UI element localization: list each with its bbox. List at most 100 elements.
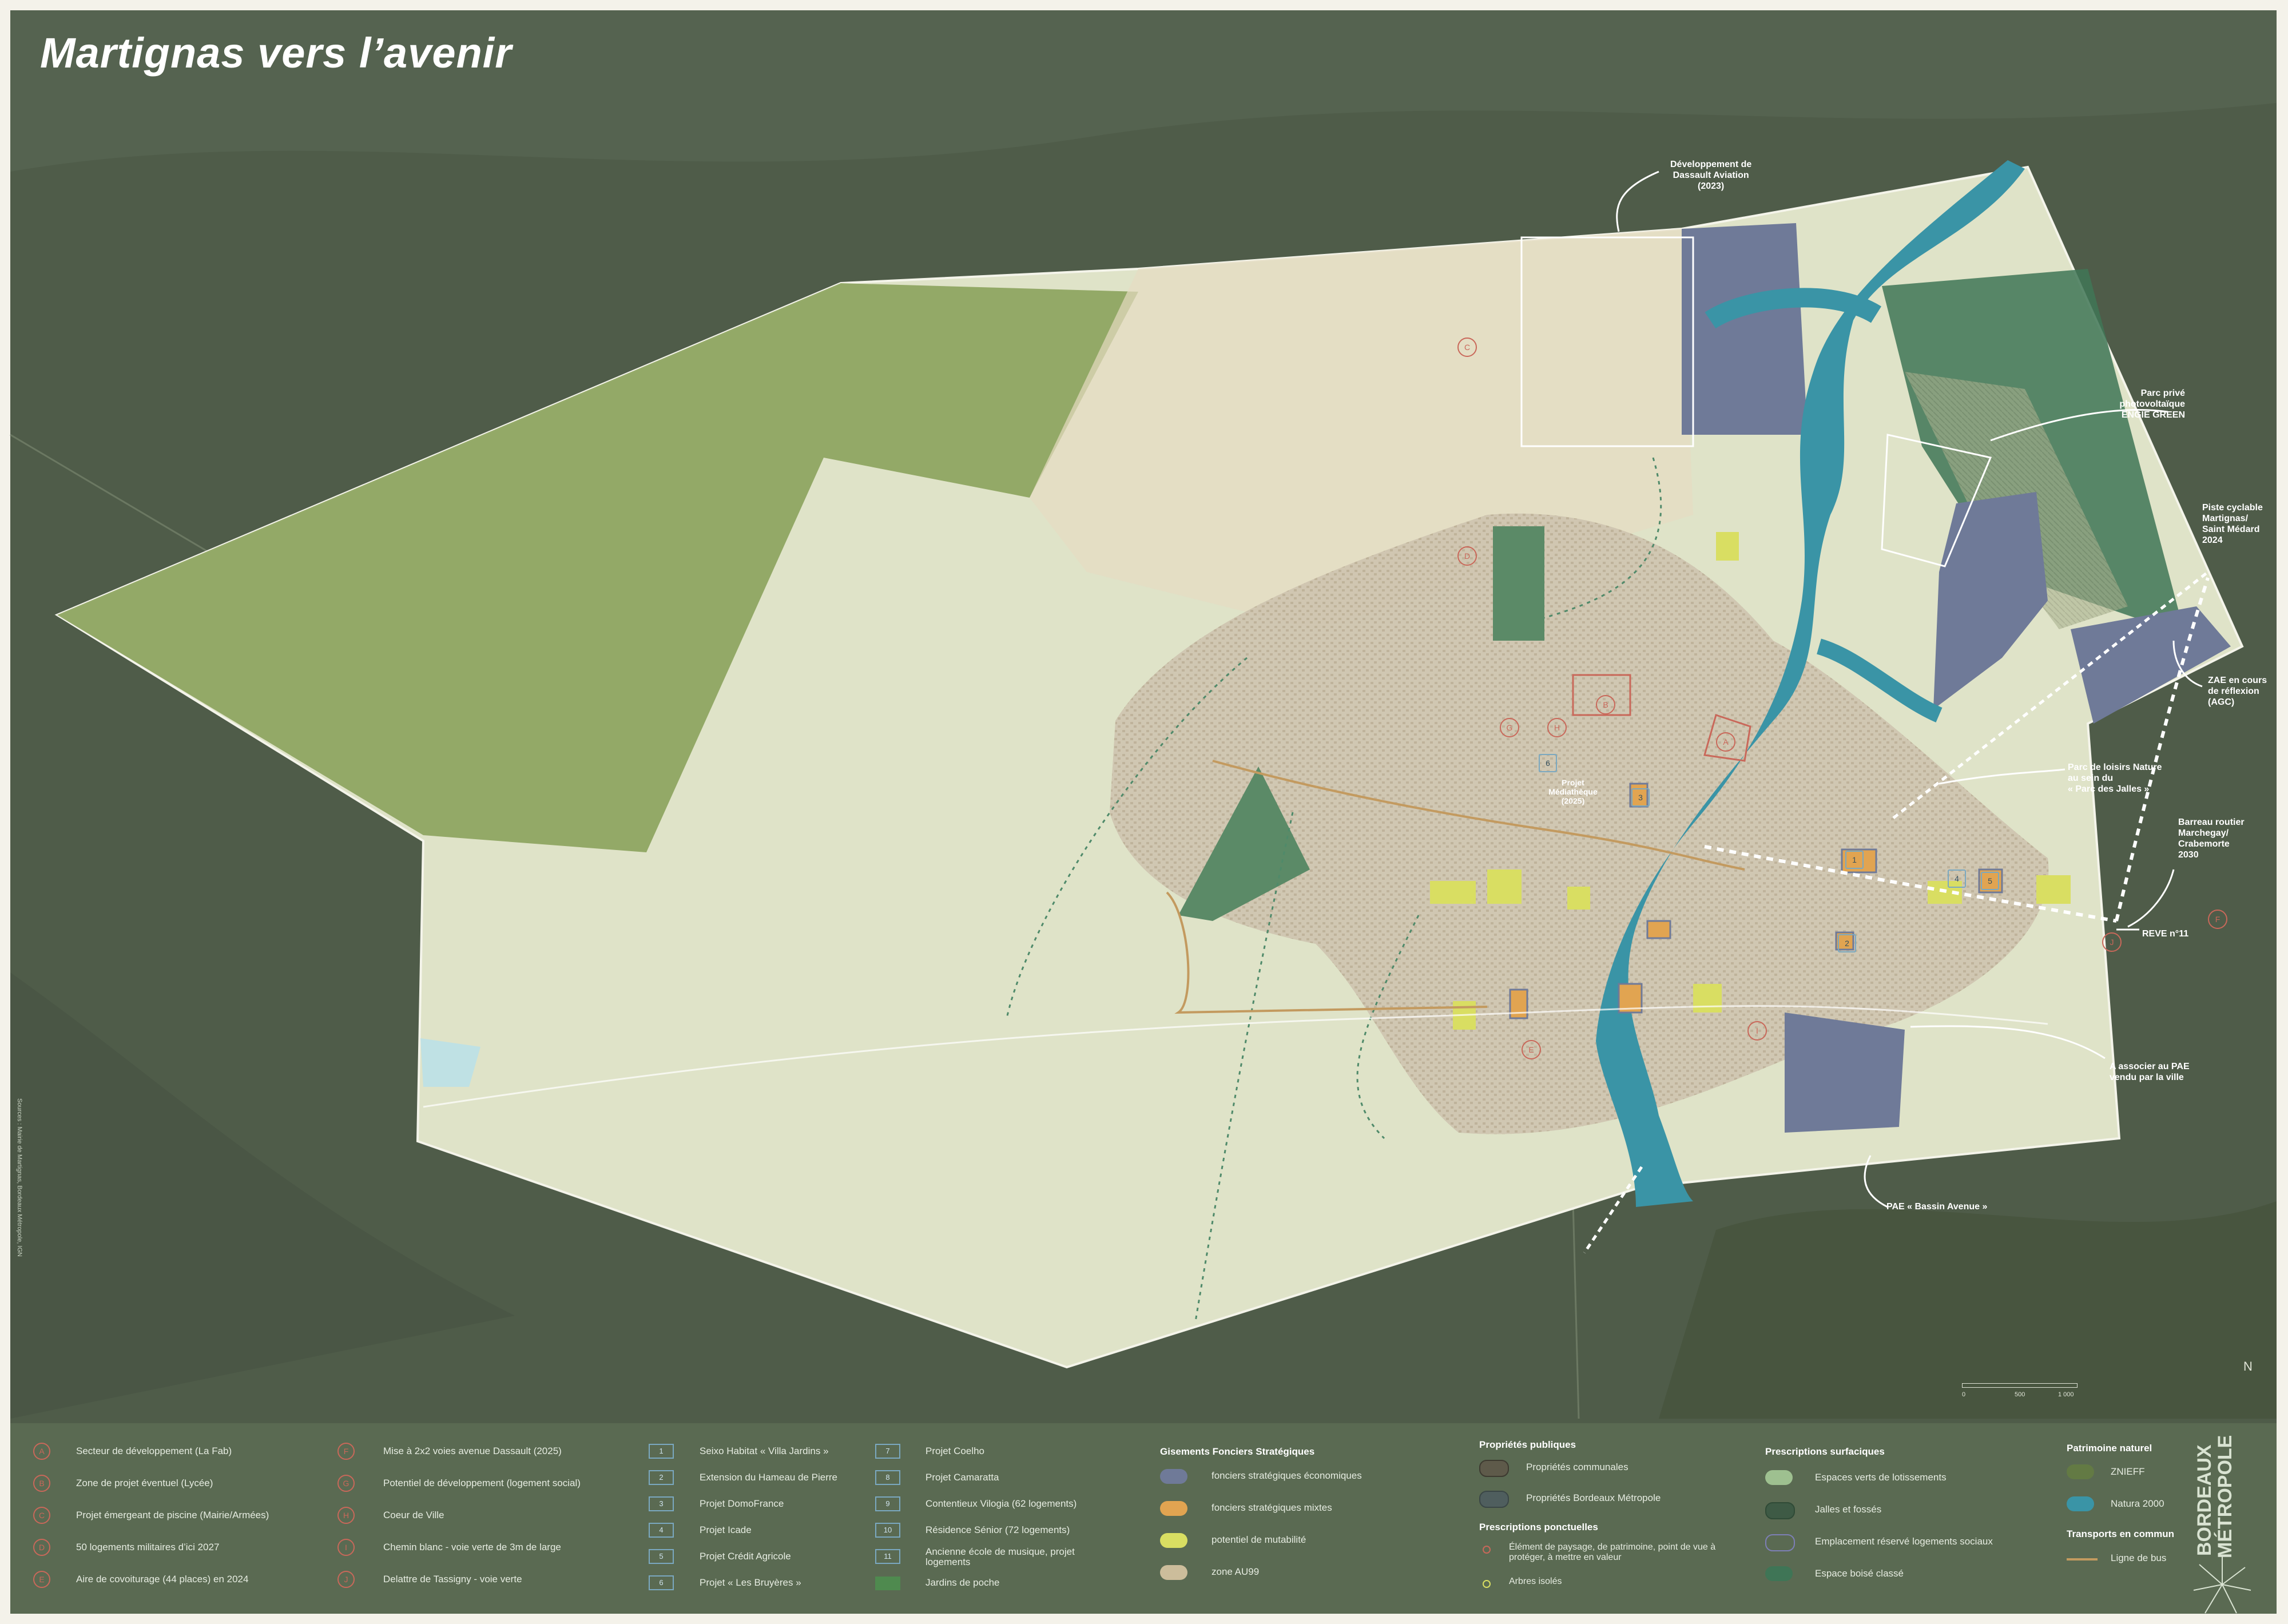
legend-item: ZNIEFF	[2111, 1466, 2145, 1477]
legend-project-badge: 10	[875, 1523, 900, 1538]
north-arrow-icon: N	[2243, 1359, 2253, 1373]
legend-letter-label: Delattre de Tassigny - voie verte	[383, 1574, 522, 1585]
legend-letter-badge: G	[337, 1475, 355, 1492]
legend-heading-ponctuelles: Prescriptions ponctuelles	[1479, 1522, 1598, 1532]
legend-letter-label: Projet émergeant de piscine (Mairie/Armé…	[76, 1510, 269, 1520]
bordeaux-metropole-logo: BORDEAUX MÉTROPOLE	[2182, 1419, 2262, 1614]
annotation-line: Marchegay/	[2178, 828, 2229, 838]
legend-item: Espaces verts de lotissements	[1815, 1472, 1947, 1483]
legend-item: Ligne de bus	[2111, 1552, 2167, 1563]
map-marker-j[interactable]: J	[2102, 932, 2122, 952]
annotation-line: Martignas/	[2202, 514, 2249, 523]
annotation-line: Crabemorte	[2178, 839, 2230, 849]
annotation-line: photovoltaïque	[2119, 399, 2185, 409]
swatch-ligne-bus	[2067, 1558, 2098, 1561]
map-marker-a[interactable]: A	[1716, 732, 1735, 752]
scale-label: 1 000	[2058, 1391, 2074, 1398]
legend-project-badge: 5	[649, 1549, 674, 1564]
annotation-line: Projet	[1562, 778, 1584, 787]
legend-letter-label: Coeur de Ville	[383, 1510, 444, 1520]
legend-project-badge: 11	[875, 1549, 900, 1564]
annotation-pae-vendu: A associer au PAE vendu par la ville	[2110, 1061, 2212, 1083]
legend-project-label: Projet Coelho	[925, 1446, 985, 1456]
page-title: Martignas vers l’avenir	[40, 29, 513, 77]
annotation-line: au sein du	[2068, 773, 2114, 783]
annotation-reve: REVE n°11	[2142, 928, 2188, 939]
annotation-mediatheque: Projet Médiathèque (2025)	[1539, 778, 1607, 805]
legend-item: Propriétés Bordeaux Métropole	[1526, 1492, 1661, 1503]
annotation-engie: Parc privé photovoltaïque ENGIE GREEN	[2105, 388, 2185, 420]
swatch-mixte	[1160, 1501, 1187, 1516]
annotation-parc-loisirs: Parc de loisirs Nature au sein du « Parc…	[2068, 762, 2182, 795]
annotation-line: Dassault Aviation	[1673, 170, 1749, 180]
tree-point-icon	[1483, 1580, 1491, 1588]
legend-project-label: Ancienne école de musique, projet logeme…	[925, 1546, 1075, 1567]
map-marker-3[interactable]: 3	[1631, 788, 1650, 807]
swatch-znieff	[2067, 1464, 2094, 1479]
legend-letter-badge: C	[33, 1507, 50, 1524]
legend-project-label: Extension du Hameau de Pierre	[700, 1472, 837, 1483]
legend-project-label: Projet DomoFrance	[700, 1498, 784, 1509]
patrimoine-point-icon	[1483, 1546, 1491, 1554]
annotation-dassault: Développement de Dassault Aviation (2023…	[1670, 159, 1751, 192]
swatch-emplacement-reserve	[1765, 1534, 1795, 1551]
map-marker-b[interactable]: B	[1596, 695, 1615, 714]
map-marker-i[interactable]: I	[1747, 1021, 1767, 1041]
legend-letter-badge: F	[337, 1443, 355, 1460]
annotation-zae: ZAE en cours de réflexion (AGC)	[2208, 675, 2277, 708]
legend-item: Jalles et fossés	[1815, 1504, 1882, 1515]
annotation-line: (2025)	[1561, 796, 1585, 805]
swatch-bordeaux-metropole	[1479, 1491, 1509, 1508]
legend-letter-badge: J	[337, 1571, 355, 1588]
map-marker-f[interactable]: F	[2208, 910, 2227, 929]
logo-line: BORDEAUX	[2194, 1444, 2215, 1556]
annotation-line: Médiathèque	[1548, 787, 1598, 796]
legend-heading-patrimoine: Patrimoine naturel	[2067, 1443, 2152, 1454]
jardins-de-poche-swatch	[875, 1577, 900, 1590]
legend-project-label: Projet Camaratta	[925, 1472, 999, 1483]
annotation-line: ENGIE GREEN	[2121, 410, 2185, 420]
sources-text: Sources : Mairie de Martignas, Bordeaux …	[16, 1098, 23, 1257]
legend-project-label: Projet Icade	[700, 1524, 752, 1535]
legend-project-label: Projet Crédit Agricole	[700, 1551, 791, 1562]
map-marker-1[interactable]: 1	[1845, 851, 1864, 869]
map-marker-c[interactable]: C	[1457, 337, 1477, 357]
legend-letter-badge: E	[33, 1571, 50, 1588]
legend-heading-transports: Transports en commun	[2067, 1528, 2174, 1539]
map-marker-2[interactable]: 2	[1838, 934, 1856, 952]
map-marker-g[interactable]: G	[1500, 718, 1519, 737]
annotation-line: 2030	[2178, 850, 2199, 860]
annotation-line: Barreau routier	[2178, 817, 2245, 827]
legend-project-badge: 4	[649, 1523, 674, 1538]
wood-patch-north	[1493, 526, 1544, 641]
annotation-line: de réflexion	[2208, 686, 2259, 696]
swatch-espaces-verts	[1765, 1470, 1793, 1485]
swatch-mutabilite	[1160, 1533, 1187, 1548]
annotation-line: Parc de loisirs Nature	[2068, 763, 2162, 772]
scale-label: 0	[1962, 1391, 1966, 1398]
map-canvas	[0, 0, 2288, 1624]
swatch-espace-boise	[1765, 1566, 1793, 1581]
legend-panel: A Secteur de développement (La Fab) B Zo…	[10, 1423, 2277, 1614]
map-marker-5[interactable]: 5	[1981, 872, 1999, 890]
annotation-line: ZAE en cours	[2208, 676, 2267, 685]
legend-heading-gisements: Gisements Fonciers Stratégiques	[1160, 1446, 1315, 1457]
foncier-economique-dassault	[1682, 223, 1808, 435]
map-marker-d[interactable]: D	[1457, 546, 1477, 566]
legend-item: Emplacement réservé logements sociaux	[1815, 1536, 1993, 1547]
legend-project-label: Résidence Sénior (72 logements)	[925, 1524, 1070, 1535]
map-marker-4[interactable]: 4	[1948, 869, 1966, 888]
annotation-line: Piste cyclable	[2202, 503, 2263, 513]
legend-project-badge: 1	[649, 1444, 674, 1459]
legend-letter-badge: I	[337, 1539, 355, 1556]
legend-letter-label: Mise à 2x2 voies avenue Dassault (2025)	[383, 1446, 562, 1456]
map-marker-h[interactable]: H	[1547, 718, 1567, 737]
map-marker-6[interactable]: 6	[1539, 754, 1557, 772]
logo-star-icon	[2193, 1556, 2251, 1614]
scale-label: 500	[2015, 1391, 2025, 1398]
legend-heading-proprietes: Propriétés publiques	[1479, 1439, 1576, 1450]
map-marker-e[interactable]: E	[1522, 1040, 1541, 1059]
annotation-barreau: Barreau routier Marchegay/ Crabemorte 20…	[2178, 817, 2258, 860]
annotation-line: vendu par la ville	[2110, 1073, 2184, 1082]
scale-bar-rule	[1962, 1383, 2078, 1388]
